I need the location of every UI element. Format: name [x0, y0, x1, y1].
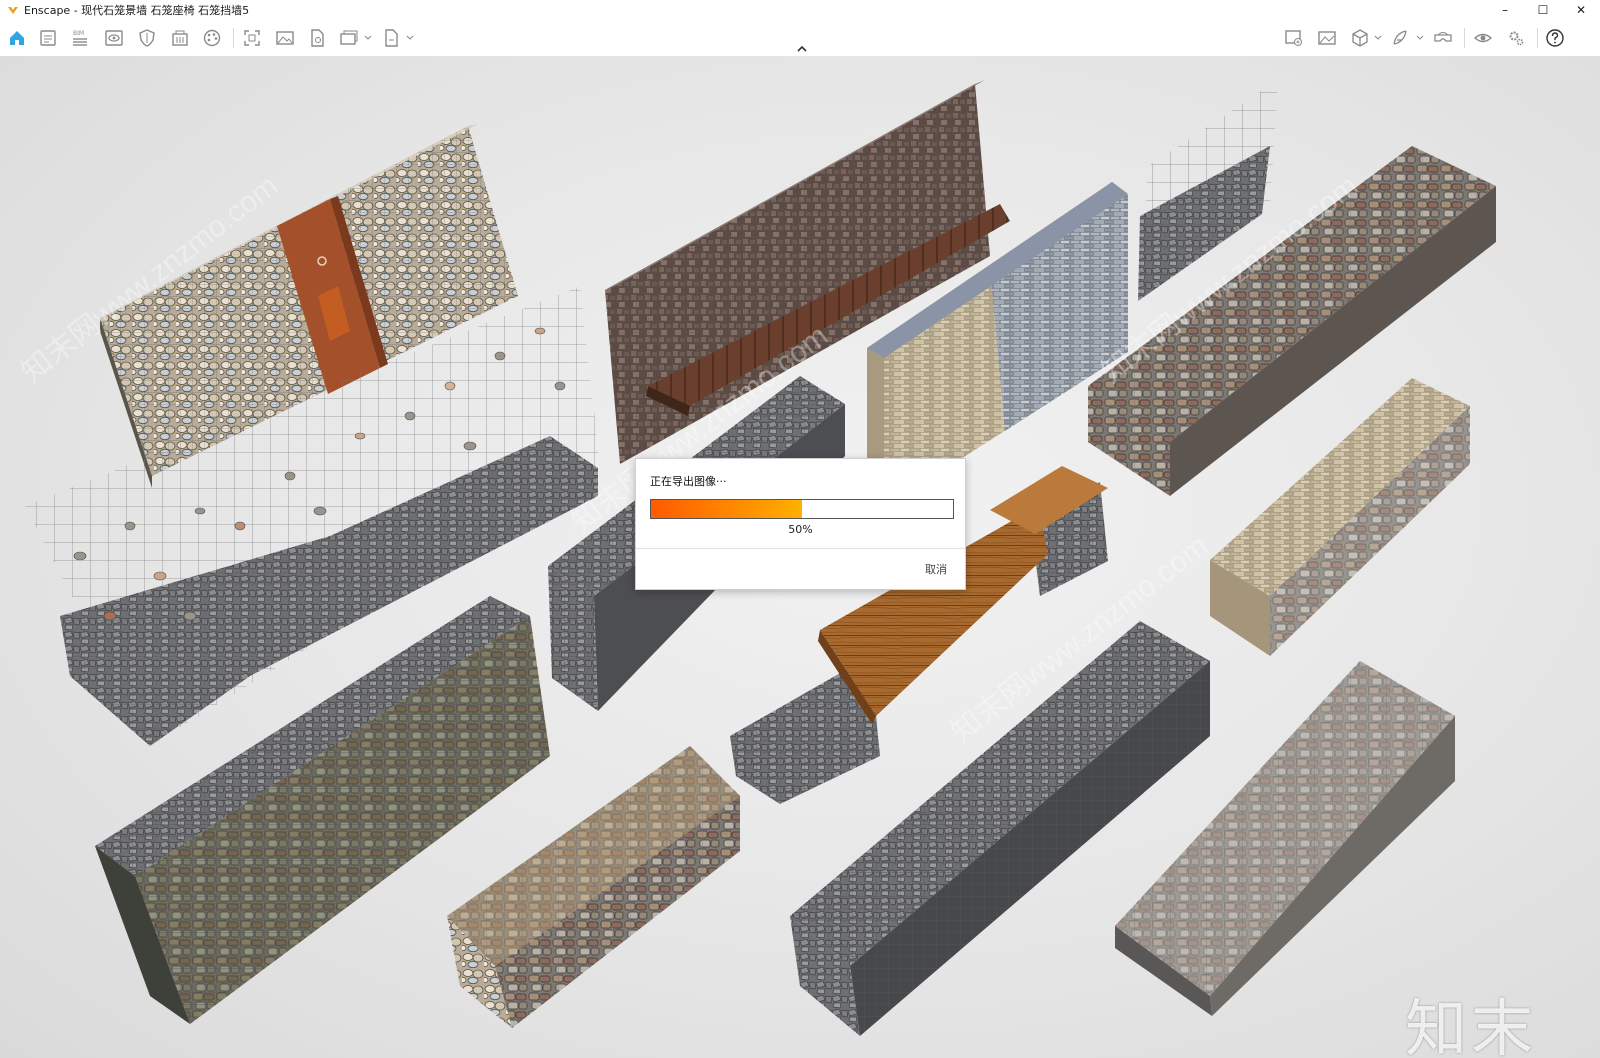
maximize-button[interactable]: ☐ [1524, 0, 1562, 20]
export-icon[interactable] [381, 28, 401, 48]
gallery-icon[interactable] [1317, 28, 1337, 48]
enscape-logo-icon [8, 7, 18, 14]
vr-headset-icon[interactable] [1433, 28, 1453, 48]
home-icon[interactable] [7, 28, 27, 48]
progress-bar-fill [651, 500, 802, 518]
export-message: 正在导出图像··· [650, 475, 727, 488]
window-title: Enscape - 现代石笼景墙 石笼座椅 石笼挡墙5 [24, 4, 250, 17]
asset-library-icon[interactable] [1284, 28, 1304, 48]
title-bar: Enscape - 现代石笼景墙 石笼座椅 石笼挡墙5 – ☐ ✕ [0, 0, 1600, 20]
screenshot-icon[interactable] [242, 28, 262, 48]
bim-label: BIM [73, 30, 84, 37]
progress-percent: 50% [788, 523, 813, 536]
dialog-divider [636, 548, 965, 549]
minimize-button[interactable]: – [1486, 0, 1524, 20]
toolbar-separator [233, 28, 234, 48]
visibility-icon[interactable] [1473, 28, 1493, 48]
chevron-down-icon[interactable] [406, 35, 414, 41]
watermark-brand: 知末 [1405, 992, 1538, 1058]
toolbar-separator [1464, 28, 1465, 48]
document-icon[interactable] [38, 28, 58, 48]
palette-icon[interactable] [202, 28, 222, 48]
building-icon[interactable] [170, 28, 190, 48]
bim-icon[interactable]: BIM [70, 28, 90, 48]
image-icon[interactable] [275, 28, 295, 48]
batch-render-icon[interactable] [339, 28, 359, 48]
cancel-button[interactable]: 取消 [925, 561, 947, 577]
file-export-icon[interactable] [307, 28, 327, 48]
feather-icon[interactable] [1390, 28, 1410, 48]
shield-icon[interactable] [137, 28, 157, 48]
cube-icon[interactable] [1350, 28, 1370, 48]
settings-icon[interactable] [1506, 28, 1526, 48]
window-controls: – ☐ ✕ [1486, 0, 1600, 20]
help-icon[interactable] [1545, 28, 1565, 48]
toolbar-separator [1537, 28, 1538, 48]
close-button[interactable]: ✕ [1562, 0, 1600, 20]
eye-icon[interactable] [104, 28, 124, 48]
chevron-down-icon[interactable] [364, 35, 372, 41]
progress-bar [650, 499, 954, 519]
collapse-toolbar-chevron-up-icon[interactable] [795, 44, 809, 54]
export-progress-dialog: 正在导出图像··· 50% 取消 [635, 458, 966, 590]
chevron-down-icon[interactable] [1416, 35, 1424, 41]
chevron-down-icon[interactable] [1374, 35, 1382, 41]
